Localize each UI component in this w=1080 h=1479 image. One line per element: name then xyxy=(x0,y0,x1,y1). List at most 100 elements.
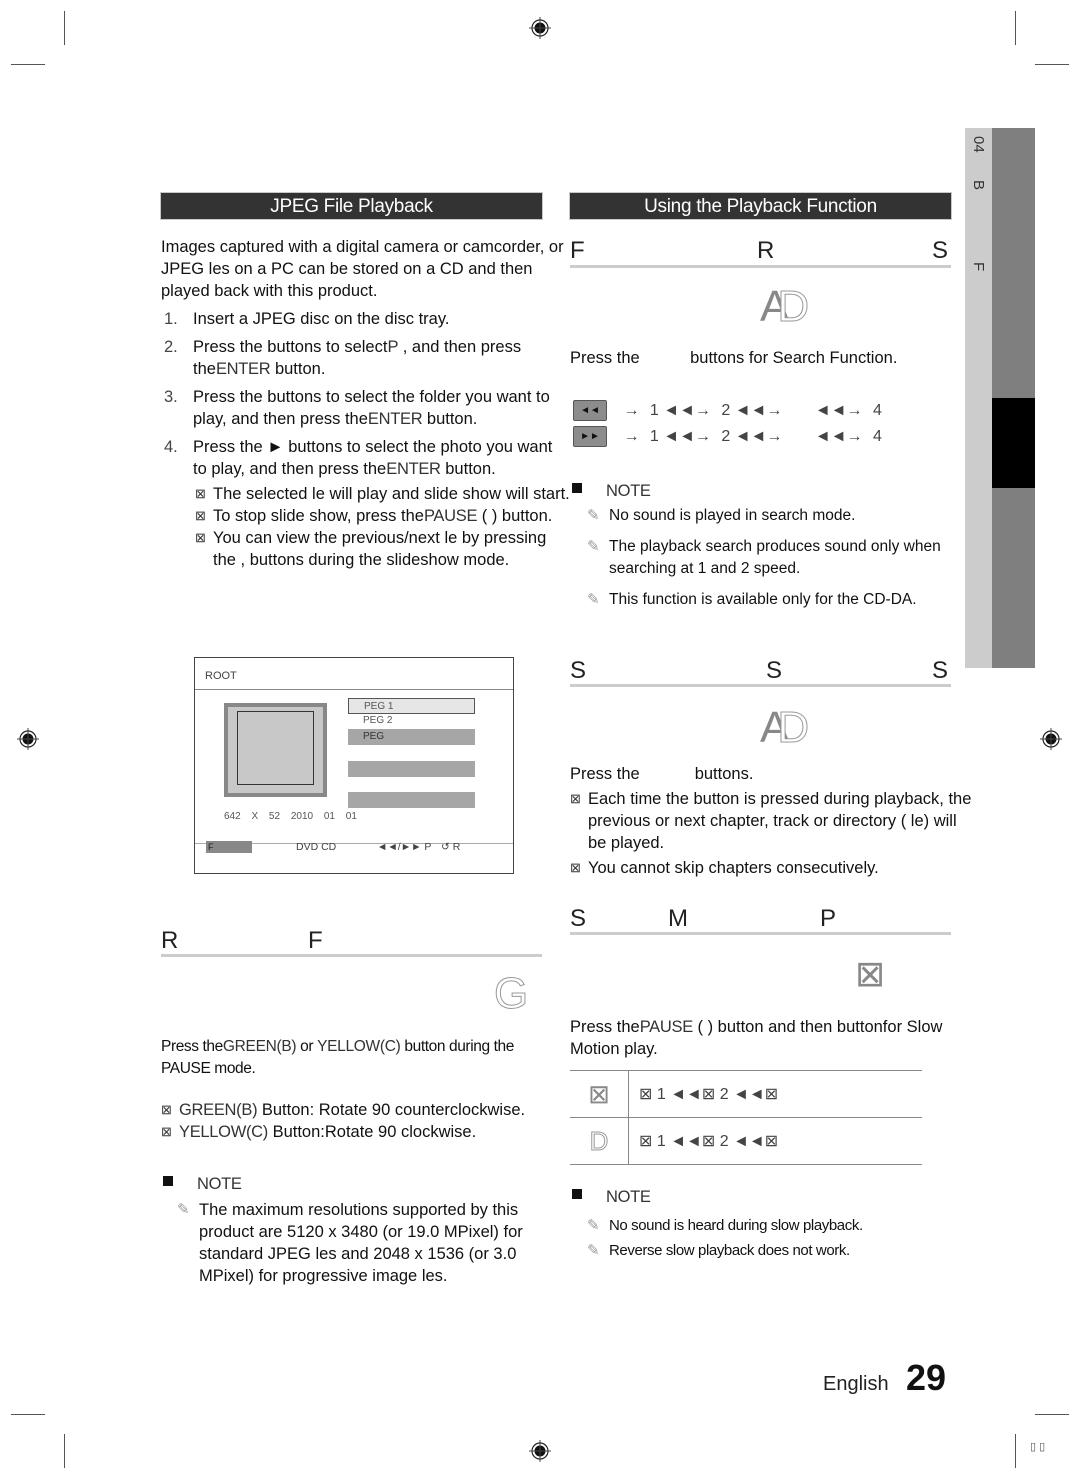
file-item-selected[interactable]: PEG 1 xyxy=(348,698,475,714)
bullet-text: You can view the previous/next le by pre… xyxy=(213,529,547,569)
note-text: This function is available only for the … xyxy=(609,591,917,608)
bullet-box-icon: ⊠ xyxy=(570,791,581,806)
bullet-box-icon: ⊠ xyxy=(195,486,206,501)
search-section-title: F R S xyxy=(570,237,950,265)
chapter-label: F xyxy=(970,262,987,272)
rotate-section-title: R F xyxy=(161,927,541,955)
text: or xyxy=(296,1038,318,1055)
title-part: M xyxy=(668,905,688,932)
title-part: S xyxy=(931,657,948,684)
registration-mark-icon xyxy=(1040,728,1062,750)
section-rule xyxy=(570,684,951,687)
bullet-text: The selected le will play and slide show… xyxy=(213,485,570,503)
speed-step: ◄◄→ xyxy=(814,427,863,445)
registration-mark-icon xyxy=(17,728,39,750)
step-text: Insert a JPEG disc on the disc tray. xyxy=(193,310,450,328)
step-text: Press the ► buttons to select the photo … xyxy=(193,438,553,478)
search-notes-list: ✎ No sound is played in search mode. ✎ The… xyxy=(587,505,972,611)
pencil-icon: ✎ xyxy=(587,1217,600,1234)
button-code: ENTER xyxy=(386,460,441,478)
rotate-instruction: Press theGREEN(B) or YELLOW(C) button du… xyxy=(161,1036,541,1080)
speed-step: 2 ◄◄→ xyxy=(721,427,783,445)
step-item: 4. Press the ► buttons to select the phot… xyxy=(161,436,561,480)
bullet-box-icon: ⊠ xyxy=(195,530,206,545)
note-item: ✎ No sound is played in search mode. xyxy=(587,505,972,527)
search-speed-row-forward: ►► → 1 ◄◄→ 2 ◄◄→ ◄◄→ 4 xyxy=(573,426,888,447)
search-speed-row-rewind: ◄◄ → 1 ◄◄→ 2 ◄◄→ ◄◄→ 4 xyxy=(573,400,888,421)
bullet-box-icon: ⊠ xyxy=(161,1102,172,1117)
note-text: No sound is heard during slow playback. xyxy=(609,1217,863,1234)
speed-step: ◄◄→ xyxy=(814,401,863,419)
crop-mark xyxy=(1035,64,1069,65)
disc-a-icon: A xyxy=(760,703,790,752)
crop-mark xyxy=(1015,11,1016,45)
photo-info: 642 X 52 2010 01 01 xyxy=(224,811,357,822)
section-header-playback-function: Using the Playback Function xyxy=(569,192,952,220)
pencil-icon: ✎ xyxy=(177,1201,190,1218)
button-code: GREEN(B) xyxy=(179,1101,258,1119)
section-header-jpeg-playback: JPEG File Playback xyxy=(160,192,543,220)
speed-step: 1 ◄◄→ xyxy=(649,401,711,419)
search-instruction: Press the buttons for Search Function. xyxy=(570,349,898,367)
note-square-icon xyxy=(572,483,582,493)
root-label: ROOT xyxy=(205,670,237,682)
note-text: No sound is played in search mode. xyxy=(609,507,856,524)
skip-instruction: Press the buttons. xyxy=(570,765,754,783)
button-code: GREEN(B) xyxy=(222,1038,297,1055)
step-item: 2. Press the buttons to selectP , and the… xyxy=(161,336,561,380)
slow-motion-section-title: S M P xyxy=(570,905,950,933)
bullet-text: Button:Rotate 90 clockwise. xyxy=(267,1123,477,1141)
page-number: 29 xyxy=(906,1357,947,1398)
title-part: F xyxy=(308,927,323,954)
table-row: D ⊠ 1 ◄◄⊠ 2 ◄◄⊠ xyxy=(570,1117,922,1165)
disc-a-icon: A xyxy=(760,282,790,331)
return-hint: ↺ R xyxy=(441,841,461,853)
speed-sequence: ⊠ 1 ◄◄⊠ 2 ◄◄⊠ xyxy=(628,1117,922,1165)
disc-type-icon: G xyxy=(493,969,529,1019)
note-label: NOTE xyxy=(606,1188,651,1206)
note-square-icon xyxy=(572,1189,582,1199)
disc-type-icon: ⊠ xyxy=(855,953,886,994)
section-rule xyxy=(570,932,951,935)
note-text: Reverse slow playback does not work. xyxy=(609,1242,850,1259)
disc-type-icon: ⊠ xyxy=(570,1070,629,1118)
disc-d-icon: D xyxy=(777,703,810,753)
button-code: YELLOW(C) xyxy=(317,1038,401,1055)
crop-mark xyxy=(1015,1434,1016,1468)
file-item[interactable]: PEG 2 xyxy=(348,713,475,729)
note-heading: NOTE xyxy=(572,1188,651,1207)
crop-mark xyxy=(11,64,45,65)
step-item: 3. Press the buttons to select the folder… xyxy=(161,386,561,430)
speed-step: 4 xyxy=(872,427,882,445)
file-item[interactable] xyxy=(348,792,475,808)
disc-d-icon: D xyxy=(777,282,810,332)
button-code: ENTER xyxy=(367,410,423,428)
bullet-box-icon: ⊠ xyxy=(570,860,581,875)
bullet-text: Each time the button is pressed during p… xyxy=(588,790,972,852)
step-number: 4. xyxy=(164,438,178,456)
section-rule xyxy=(570,265,951,268)
title-part: R xyxy=(161,927,179,954)
step-number: 2. xyxy=(164,338,178,356)
slow-instruction: Press thePAUSE ( ) button and then butto… xyxy=(570,1016,965,1060)
note-text: The playback search produces sound only … xyxy=(609,538,941,577)
crop-mark xyxy=(1035,1414,1069,1415)
page-nav-hint: ◄◄/►► P xyxy=(377,841,432,853)
function-button[interactable]: F xyxy=(206,841,252,853)
file-item[interactable] xyxy=(348,761,475,777)
table-row: ⊠ ⊠ 1 ◄◄⊠ 2 ◄◄⊠ xyxy=(570,1070,922,1118)
bullet-box-icon: ⊠ xyxy=(195,508,206,523)
speed-step: 2 ◄◄→ xyxy=(721,401,783,419)
photo-thumbnail xyxy=(224,703,327,797)
pencil-icon: ✎ xyxy=(587,507,600,524)
crop-mark xyxy=(64,11,65,45)
date-year: 2010 xyxy=(290,811,314,822)
jpeg-browser-screen: ROOT PEG 1 PEG 2 PEG 642 X 52 2010 01 01… xyxy=(194,657,514,874)
button-code: YELLOW(C) xyxy=(179,1123,268,1141)
registration-mark-icon xyxy=(529,17,551,39)
file-item[interactable]: PEG xyxy=(348,729,475,745)
button-code: PAUSE xyxy=(639,1018,694,1036)
note-item: ✎ This function is available only for the… xyxy=(587,589,972,611)
button-code: PAUSE xyxy=(423,507,478,525)
note-heading: NOTE xyxy=(572,482,651,501)
